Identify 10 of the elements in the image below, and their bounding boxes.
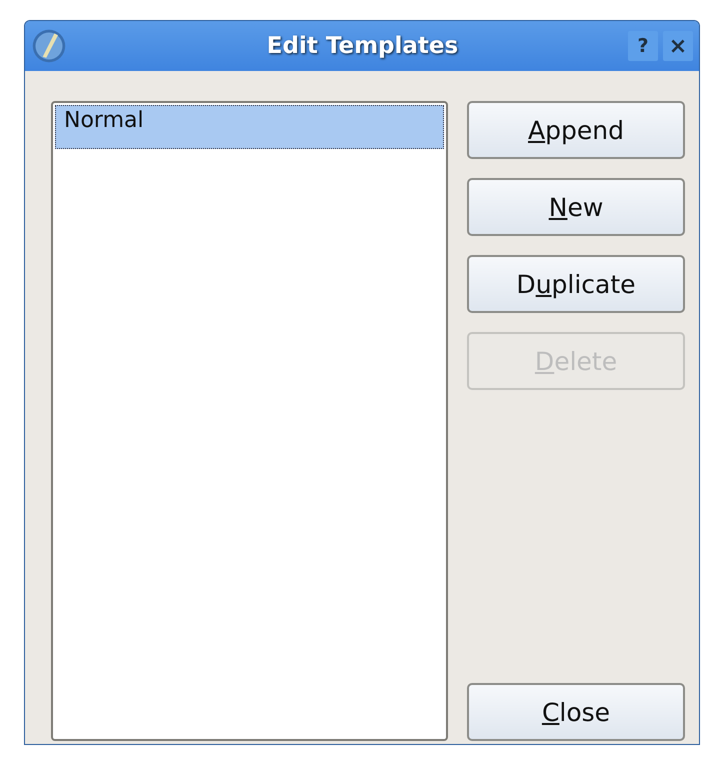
help-button[interactable]: ? [628, 31, 658, 61]
list-item[interactable]: Normal [55, 105, 444, 149]
action-button[interactable]: Append [467, 101, 685, 159]
action-button[interactable]: New [467, 178, 685, 236]
action-button[interactable]: Duplicate [467, 255, 685, 313]
window-title: Edit Templates [266, 33, 460, 59]
pen-icon [31, 28, 67, 64]
template-list[interactable]: Normal [51, 101, 448, 741]
close-button[interactable]: Close [467, 683, 685, 741]
close-button[interactable]: × [663, 31, 693, 61]
